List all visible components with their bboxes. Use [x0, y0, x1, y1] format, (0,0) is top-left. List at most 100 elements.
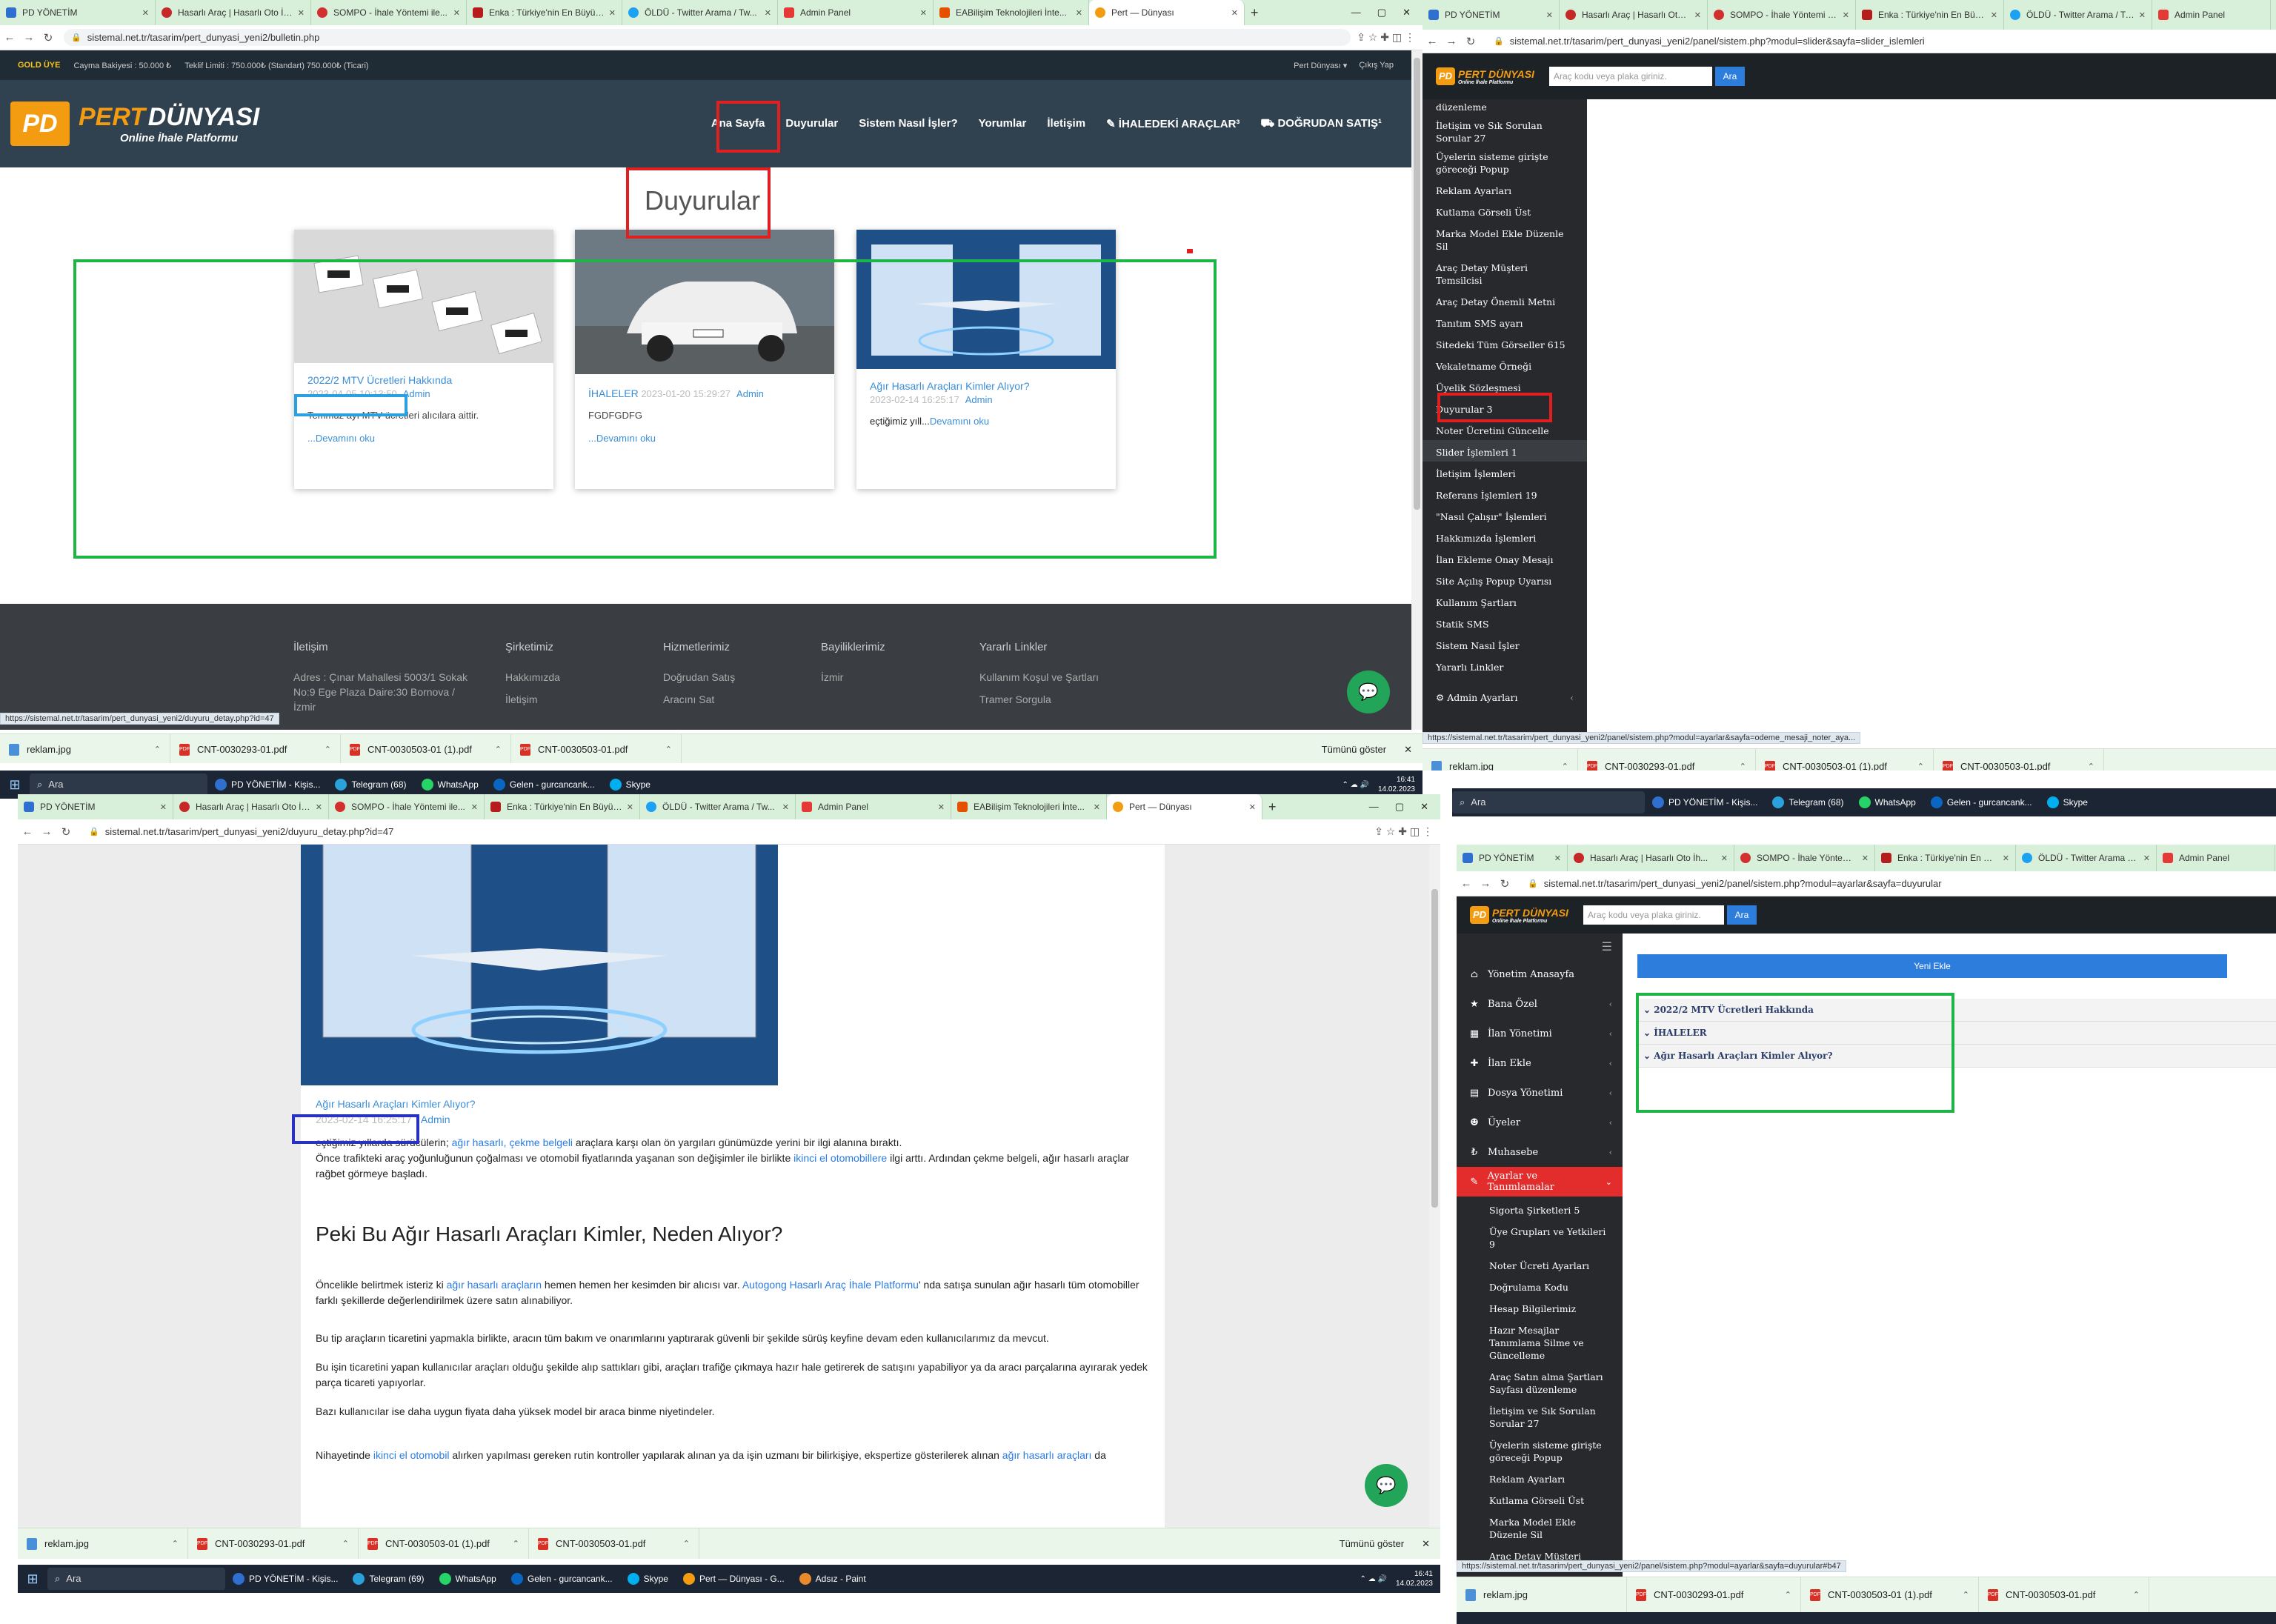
subnav-item[interactable]: Üye Grupları ve Yetkileri 9 — [1476, 1221, 1623, 1255]
close-icon[interactable]: ✕ — [316, 802, 322, 812]
tab-pert-dunyasi[interactable]: Pert — Dünyası ✕ — [1089, 0, 1245, 25]
close-icon[interactable]: ✕ — [1094, 802, 1100, 812]
sidebar-item[interactable]: Referans İşlemleri 19 — [1422, 483, 1587, 505]
tab-pd-yonetim[interactable]: PD YÖNETİM ✕ — [1457, 845, 1568, 871]
taskbar-app[interactable]: PD YÖNETİM - Kişis... — [225, 1565, 345, 1593]
download-item[interactable]: PDF CNT-0030503-01 (1).pdf ⌃ — [1756, 749, 1934, 771]
tab-enka[interactable]: Enka : Türkiye'nin En Büyük...✕ — [467, 0, 622, 25]
tab-admin-panel[interactable]: Admin Panel — [2157, 845, 2275, 871]
sidebar-item[interactable]: İlan Ekleme Onay Mesajı — [1422, 548, 1587, 569]
show-all-button[interactable]: Tümünü göster — [1340, 1538, 1404, 1549]
menu-dogrudan-satis[interactable]: ⛟ DOĞRUDAN SATIŞ¹ — [1260, 117, 1382, 131]
url-input[interactable]: 🔒 sistemal.net.tr/tasarim/pert_dunyasi_ye… — [64, 28, 1351, 47]
article-link[interactable]: ağır hasarlı araçların — [447, 1279, 542, 1291]
close-icon[interactable]: ✕ — [627, 802, 633, 812]
close-icon[interactable]: ✕ — [1862, 853, 1869, 863]
sidebar-item-slider[interactable]: Slider İşlemleri 1 — [1422, 440, 1587, 462]
forward-icon[interactable]: → — [1442, 35, 1461, 47]
sidebar-item-admin-ayarlari[interactable]: ⚙ Admin Ayarları ‹ — [1422, 676, 1587, 707]
subnav-item[interactable]: İletişim ve Sık Sorulan Sorular 27 — [1476, 1400, 1623, 1434]
taskbar-app[interactable]: Gelen - gurcancank... — [1923, 788, 2040, 816]
article-author[interactable]: Admin — [421, 1114, 450, 1125]
article-link[interactable]: Autogong Hasarlı Araç İhale Platformu — [742, 1279, 919, 1291]
close-icon[interactable]: ✕ — [609, 8, 616, 18]
close-icon[interactable]: ✕ — [1694, 10, 1701, 20]
user-menu[interactable]: Pert Dünyası ▾ — [1294, 61, 1347, 70]
sidebar-item[interactable]: Kullanım Şartları — [1422, 590, 1587, 612]
tab-admin-panel[interactable]: Admin Panel — [2152, 0, 2271, 30]
article-link[interactable]: ağır hasarlı araçları — [1002, 1449, 1092, 1461]
scrollbar[interactable] — [1411, 50, 1422, 730]
taskbar-search[interactable]: ⌕ Ara — [30, 773, 207, 796]
menu-yorumlar[interactable]: Yorumlar — [979, 117, 1027, 131]
tab-sompo[interactable]: SOMPO - İhale Yöntemi ile...✕ — [311, 0, 467, 25]
plate-search-input[interactable]: Araç kodu veya plaka giriniz. — [1548, 67, 1712, 86]
download-item[interactable]: PDF CNT-0030293-01.pdf ⌃ — [188, 1528, 359, 1559]
chevron-up-icon[interactable]: ⌃ — [2079, 762, 2094, 771]
taskbar-app[interactable]: WhatsApp — [432, 1565, 504, 1593]
site-logo[interactable]: PD PERT DÜNYASI Online İhale Platformu — [10, 102, 259, 146]
minimize-icon[interactable]: — — [1351, 7, 1361, 19]
chat-icon[interactable]: 💬 — [1347, 670, 1390, 713]
sidebar-item[interactable]: Marka Model Ekle Düzenle Sil — [1422, 222, 1587, 256]
chevron-up-icon[interactable]: ⌃ — [1909, 762, 1924, 771]
download-item[interactable]: PDF CNT-0030503-01.pdf ⌃ — [511, 734, 682, 763]
system-tray-icons[interactable]: ⌃ ☁ 🔊 — [1360, 1575, 1387, 1583]
chevron-up-icon[interactable]: ⌃ — [486, 745, 502, 754]
nav-ilan-yonetimi[interactable]: ▦ İlan Yönetimi ‹ — [1457, 1019, 1623, 1048]
subnav-item[interactable]: Hazır Mesajlar Tanımlama Silme ve Güncel… — [1476, 1320, 1623, 1366]
chevron-up-icon[interactable]: ⌃ — [674, 1539, 690, 1548]
download-item[interactable]: reklam.jpg ⌃ — [1422, 749, 1578, 771]
close-icon[interactable]: ✕ — [160, 802, 167, 812]
close-icon[interactable]: ✕ — [1991, 10, 1997, 20]
close-icon[interactable]: ✕ — [142, 8, 149, 18]
logout-link[interactable]: Çıkış Yap — [1359, 61, 1394, 70]
tab-twitter[interactable]: ÖLDÜ - Twitter Arama / Tw...✕ — [2016, 845, 2157, 871]
download-item[interactable]: PDF CNT-0030503-01.pdf ⌃ — [529, 1528, 699, 1559]
taskbar-app[interactable]: WhatsApp — [1851, 788, 1923, 816]
chevron-up-icon[interactable]: ⌃ — [333, 1539, 349, 1548]
reload-icon[interactable]: ↻ — [56, 825, 76, 839]
chevron-up-icon[interactable]: ⌃ — [1954, 1590, 1969, 1600]
download-item[interactable]: PDF CNT-0030503-01.pdf ⌃ — [1934, 749, 2104, 771]
chevron-up-icon[interactable]: ⌃ — [1776, 1590, 1791, 1600]
start-icon[interactable]: ⊞ — [0, 777, 30, 793]
subnav-item[interactable]: Reklam Ayarları — [1476, 1468, 1623, 1490]
taskbar-app[interactable]: Skype — [620, 1565, 676, 1593]
hamburger-icon[interactable]: ☰ — [1457, 934, 1623, 959]
close-icon[interactable]: ✕ — [1721, 853, 1728, 863]
start-icon[interactable]: ⊞ — [18, 1571, 47, 1587]
sidebar-item[interactable]: Kutlama Görseli Üst — [1422, 200, 1587, 222]
forward-icon[interactable]: → — [1476, 877, 1495, 890]
tab-hasarli-arac[interactable]: Hasarlı Araç | Hasarlı Oto İh... ✕ — [173, 794, 329, 819]
chevron-up-icon[interactable]: ⌃ — [504, 1539, 519, 1548]
tab-hasarli-arac[interactable]: Hasarlı Araç | Hasarlı Oto İh... ✕ — [156, 0, 311, 25]
tab-pd-yonetim[interactable]: PD YÖNETİM ✕ — [18, 794, 173, 819]
sidebar-item[interactable]: Statik SMS — [1422, 612, 1587, 633]
scrollbar[interactable] — [1429, 845, 1440, 1532]
maximize-icon[interactable]: ▢ — [1377, 7, 1386, 19]
subnav-item[interactable]: Araç Satın alma Şartları Sayfası düzenle… — [1476, 1366, 1623, 1400]
nav-bana-ozel[interactable]: ★ Bana Özel ‹ — [1457, 989, 1623, 1019]
chevron-up-icon[interactable]: ⌃ — [1731, 762, 1746, 771]
close-icon[interactable]: ✕ — [1249, 802, 1256, 812]
forward-icon[interactable]: → — [37, 825, 56, 838]
nav-ilan-ekle[interactable]: ✚ İlan Ekle ‹ — [1457, 1048, 1623, 1078]
nav-ayarlar[interactable]: ✎ Ayarlar ve Tanımlamalar ⌄ — [1457, 1167, 1623, 1197]
tab-pert-dunyasi[interactable]: Pert — Dünyası ✕ — [1107, 794, 1262, 819]
download-item[interactable]: PDF CNT-0030293-01.pdf ⌃ — [1578, 749, 1756, 771]
sidebar-item[interactable]: Araç Detay Müşteri Temsilcisi — [1422, 256, 1587, 290]
url-input[interactable]: 🔒 sistemal.net.tr/tasarim/pert_dunyasi_ye… — [81, 822, 1369, 841]
download-item[interactable]: PDF CNT-0030293-01.pdf ⌃ — [1627, 1577, 1801, 1612]
close-window-icon[interactable]: ✕ — [1420, 801, 1428, 813]
close-window-icon[interactable]: ✕ — [1402, 7, 1411, 19]
tab-twitter[interactable]: ÖLDÜ - Twitter Arama / Tw...✕ — [2004, 0, 2152, 30]
taskbar-search[interactable]: ⌕ Ara — [1452, 791, 1645, 814]
maximize-icon[interactable]: ▢ — [1395, 801, 1404, 813]
close-icon[interactable]: ✕ — [1554, 853, 1561, 863]
nav-muhasebe[interactable]: ₺ Muhasebe ‹ — [1457, 1137, 1623, 1167]
chevron-up-icon[interactable]: ⌃ — [656, 745, 672, 754]
sidebar-item[interactable]: Araç Detay Önemli Metni — [1422, 290, 1587, 311]
close-icon[interactable]: ✕ — [1422, 1538, 1430, 1550]
sidebar-item[interactable]: Tanıtım SMS ayarı — [1422, 311, 1587, 333]
